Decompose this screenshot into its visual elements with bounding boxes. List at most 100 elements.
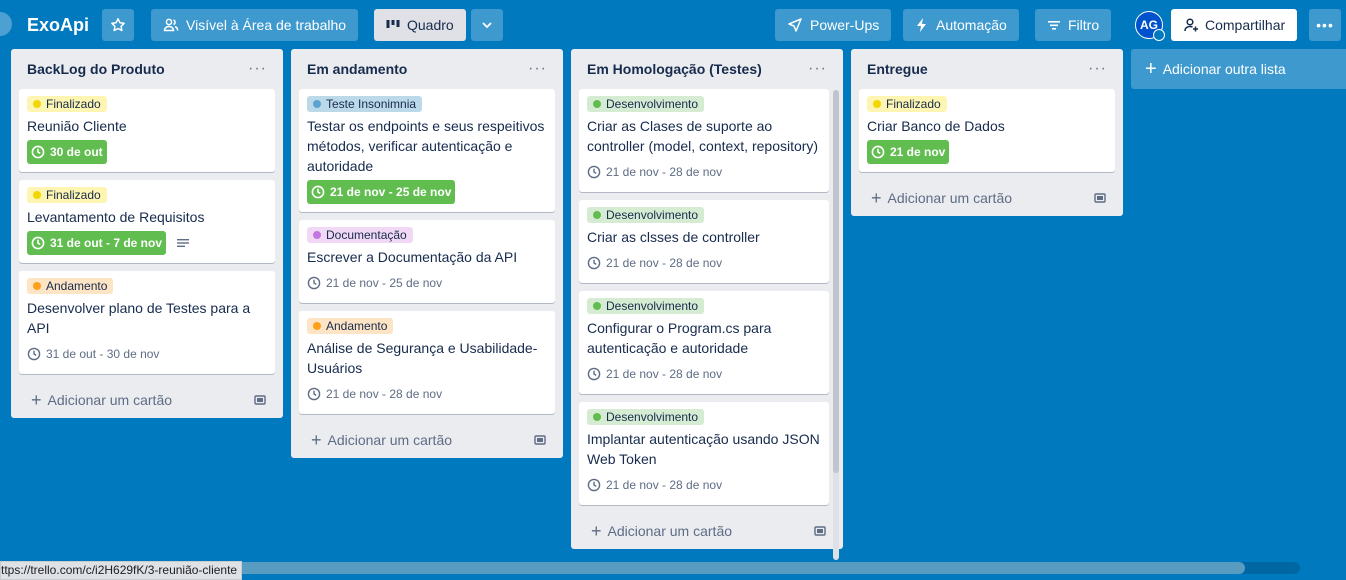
avatar[interactable]: AG: [1135, 11, 1165, 41]
clock-icon: [307, 387, 321, 401]
due-date-badge[interactable]: 21 de nov - 28 de nov: [587, 160, 722, 184]
card-label-text: Andamento: [326, 319, 388, 333]
list-menu-icon[interactable]: ···: [248, 61, 267, 77]
due-date-badge[interactable]: 21 de nov - 28 de nov: [587, 251, 722, 275]
share-button[interactable]: Compartilhar: [1171, 9, 1298, 41]
list-card[interactable]: Finalizado Criar Banco de Dados 21 de no…: [859, 89, 1115, 172]
plus-icon: +: [871, 188, 882, 208]
list-title[interactable]: Em Homologação (Testes): [587, 61, 762, 77]
card-label[interactable]: Documentação: [307, 227, 413, 243]
label-dot-icon: [313, 100, 321, 108]
due-date-text: 21 de nov - 28 de nov: [606, 256, 723, 270]
list-backlog: BackLog do Produto ··· Finalizado Reuniã…: [11, 49, 283, 418]
add-card-label: Adicionar um cartão: [327, 432, 453, 448]
admin-badge-icon: [1153, 29, 1165, 41]
due-date-badge[interactable]: 21 de nov - 28 de nov: [587, 362, 722, 386]
card-label-text: Teste Insonimnia: [326, 97, 417, 111]
star-button[interactable]: [102, 9, 134, 41]
back-button[interactable]: [0, 12, 12, 36]
list-card[interactable]: Documentação Escrever a Documentação da …: [299, 220, 555, 303]
power-ups-button[interactable]: Power-Ups: [775, 9, 892, 41]
board-view-button[interactable]: Quadro: [374, 9, 466, 41]
template-icon[interactable]: [813, 524, 827, 538]
clock-icon: [311, 185, 325, 199]
power-ups-label: Power-Ups: [810, 17, 880, 33]
list-menu-icon[interactable]: ···: [528, 61, 547, 77]
add-card-button[interactable]: + Adicionar um cartão: [19, 382, 275, 418]
list-card[interactable]: Desenvolvimento Criar as Clases de supor…: [579, 89, 829, 192]
filter-label: Filtro: [1068, 17, 1100, 33]
card-label[interactable]: Finalizado: [27, 96, 107, 112]
card-badges: 30 de out: [27, 140, 267, 164]
card-label[interactable]: Andamento: [307, 318, 394, 334]
due-date-text: 21 de nov - 28 de nov: [606, 478, 723, 492]
list-menu-icon[interactable]: ···: [808, 61, 827, 77]
add-card-button[interactable]: + Adicionar um cartão: [299, 422, 555, 458]
list-title[interactable]: Em andamento: [307, 61, 407, 77]
add-card-button[interactable]: + Adicionar um cartão: [859, 180, 1115, 216]
list-title[interactable]: Entregue: [867, 61, 928, 77]
template-icon[interactable]: [1093, 191, 1107, 205]
list-card[interactable]: Desenvolvimento Configurar o Program.cs …: [579, 291, 829, 394]
due-date-text: 21 de nov - 28 de nov: [606, 165, 723, 179]
due-date-text: 31 de out - 30 de nov: [46, 347, 160, 361]
list-card[interactable]: Finalizado Levantamento de Requisitos 31…: [19, 180, 275, 263]
clock-icon: [307, 276, 321, 290]
card-label[interactable]: Finalizado: [27, 187, 107, 203]
link-status-bar: ttps://trello.com/c/i2H629fK/3-reunião-c…: [0, 561, 243, 580]
card-label[interactable]: Desenvolvimento: [587, 96, 705, 112]
due-date-badge[interactable]: 21 de nov: [867, 140, 950, 164]
card-label[interactable]: Desenvolvimento: [587, 409, 705, 425]
card-title: Criar Banco de Dados: [867, 118, 1005, 134]
list-menu-icon[interactable]: ···: [1088, 61, 1107, 77]
filter-button[interactable]: Filtro: [1035, 9, 1112, 41]
board-menu-button[interactable]: •••: [1309, 9, 1341, 41]
card-label[interactable]: Finalizado: [867, 96, 947, 112]
list-title[interactable]: BackLog do Produto: [27, 61, 165, 77]
due-date-badge[interactable]: 21 de nov - 25 de nov: [307, 180, 456, 204]
template-icon[interactable]: [253, 393, 267, 407]
visibility-button[interactable]: Visível à Área de trabalho: [151, 9, 359, 41]
card-title: Reunião Cliente: [27, 118, 127, 134]
list-card[interactable]: Finalizado Reunião Cliente 30 de out: [19, 89, 275, 172]
clock-icon: [587, 256, 601, 270]
automation-button[interactable]: Automação: [903, 9, 1019, 41]
list-card[interactable]: Desenvolvimento Implantar autenticação u…: [579, 402, 829, 505]
card-label[interactable]: Andamento: [27, 278, 114, 294]
card-label[interactable]: Teste Insonimnia: [307, 96, 423, 112]
template-icon[interactable]: [533, 433, 547, 447]
card-label[interactable]: Desenvolvimento: [587, 298, 705, 314]
share-label: Compartilhar: [1205, 17, 1286, 33]
due-date-text: 21 de nov: [890, 145, 946, 159]
chevron-down-icon: [482, 22, 492, 29]
board-view-icon: [386, 20, 400, 28]
card-label-text: Desenvolvimento: [606, 299, 699, 313]
card-label[interactable]: Desenvolvimento: [587, 207, 705, 223]
board-title[interactable]: ExoApi: [27, 12, 89, 38]
people-icon: [163, 18, 179, 32]
view-switcher-button[interactable]: [471, 9, 503, 41]
card-label-text: Desenvolvimento: [606, 208, 699, 222]
card-label-text: Desenvolvimento: [606, 97, 699, 111]
label-dot-icon: [33, 282, 41, 290]
due-date-badge[interactable]: 21 de nov - 28 de nov: [307, 382, 442, 406]
due-date-badge[interactable]: 21 de nov - 25 de nov: [307, 271, 442, 295]
due-date-text: 21 de nov - 28 de nov: [326, 387, 443, 401]
due-date-badge[interactable]: 31 de out - 7 de nov: [27, 231, 167, 255]
add-card-button[interactable]: + Adicionar um cartão: [579, 513, 835, 549]
card-title: Testar os endpoints e seus respeitivos m…: [307, 118, 545, 174]
list-card[interactable]: Andamento Análise de Segurança e Usabili…: [299, 311, 555, 414]
due-date-badge[interactable]: 30 de out: [27, 140, 107, 164]
card-badges: 21 de nov: [867, 140, 1107, 164]
clock-icon: [31, 236, 45, 250]
due-date-text: 30 de out: [50, 145, 103, 159]
clock-icon: [27, 347, 41, 361]
add-list-button[interactable]: + Adicionar outra lista: [1131, 49, 1346, 89]
list-card[interactable]: Teste Insonimnia Testar os endpoints e s…: [299, 89, 555, 212]
list-header: Em andamento ···: [291, 49, 563, 89]
list-card[interactable]: Andamento Desenvolver plano de Testes pa…: [19, 271, 275, 374]
list-card[interactable]: Desenvolvimento Criar as clsses de contr…: [579, 200, 829, 283]
list-scrollbar-thumb[interactable]: [833, 90, 839, 473]
due-date-badge[interactable]: 21 de nov - 28 de nov: [587, 473, 722, 497]
due-date-badge[interactable]: 31 de out - 30 de nov: [27, 342, 159, 366]
